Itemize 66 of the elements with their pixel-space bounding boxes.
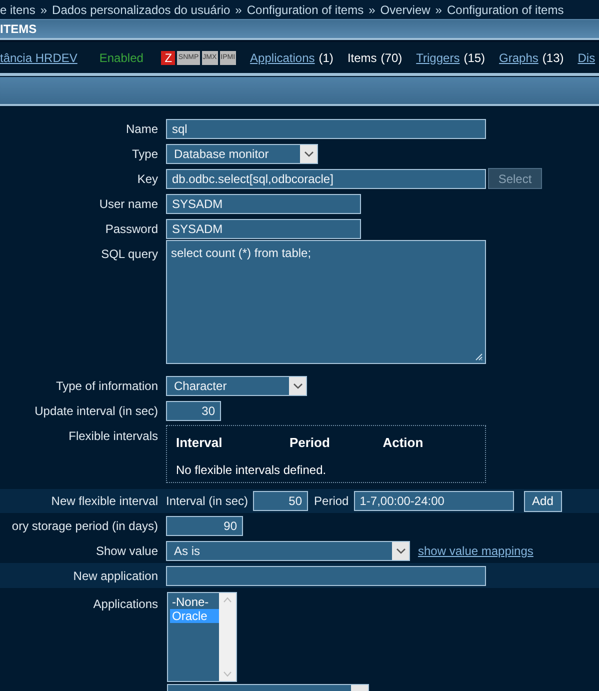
field-label: Type of information <box>56 378 158 394</box>
password-field[interactable]: SYSADM <box>166 218 361 238</box>
new-application-field[interactable] <box>166 566 486 586</box>
breadcrumb-separator: » <box>368 2 376 18</box>
key-field[interactable]: db.odbc.select[sql,odbcoracle] <box>166 168 486 188</box>
field-label: Show value <box>96 542 158 560</box>
type-of-information-select[interactable]: Character <box>166 376 307 396</box>
breadcrumb-link[interactable]: e itens <box>0 0 36 18</box>
listbox-option[interactable]: -None- <box>170 595 219 609</box>
host-link[interactable]: tância HRDEV <box>0 48 78 66</box>
field-label: Name <box>126 120 158 138</box>
field-label: New flexible interval <box>51 493 158 510</box>
update-interval-field[interactable]: 30 <box>166 400 221 420</box>
sql-query-field[interactable]: select count (*) from table; <box>166 240 486 364</box>
interval-label: Interval (in sec) <box>166 493 248 510</box>
history-field[interactable]: 90 <box>166 516 243 536</box>
field-label: Flexible intervals <box>68 428 158 445</box>
field-label: ory storage period (in days) <box>12 518 158 534</box>
show-value-select[interactable]: As is <box>166 540 410 560</box>
tab-count: (13) <box>542 50 564 66</box>
field-label: Applications <box>93 596 158 613</box>
field-label: SQL query <box>101 246 158 263</box>
period-field[interactable]: 1-7,00:00-24:00 <box>354 491 514 511</box>
chevron-down-icon <box>292 382 302 388</box>
empty-message: No flexible intervals defined. <box>176 462 328 478</box>
tab-count: (1) <box>318 50 334 66</box>
interface-badge: Z <box>161 50 176 64</box>
breadcrumb-link[interactable]: Configuration of items <box>446 0 564 18</box>
tab-count: (70) <box>380 50 402 66</box>
breadcrumb-separator: » <box>434 2 443 18</box>
field-label: User name <box>99 196 158 212</box>
page-title: ITEMS <box>0 21 37 38</box>
scrollbar[interactable] <box>219 593 236 681</box>
name-field[interactable]: sql <box>166 118 486 138</box>
breadcrumb-link[interactable]: Dados personalizados do usuário <box>52 0 230 18</box>
value-mappings-link[interactable]: show value mappings <box>418 542 534 560</box>
type-select[interactable]: Database monitor <box>166 144 318 164</box>
chevron-up-icon <box>223 597 232 603</box>
applications-listbox[interactable]: -None- Oracle <box>167 592 237 682</box>
add-button[interactable]: Add <box>524 490 562 512</box>
host-status: Enabled <box>99 50 144 66</box>
field-label: Type <box>132 146 158 162</box>
tab-link[interactable]: Dis <box>578 48 596 66</box>
breadcrumb-separator: » <box>39 2 48 18</box>
column-header: Period <box>289 434 331 452</box>
tab[interactable]: Items <box>347 48 377 66</box>
column-header: Interval <box>176 434 224 452</box>
tab-link[interactable]: Applications <box>250 48 315 66</box>
chevron-down-icon <box>223 671 232 677</box>
field-label: Key <box>137 170 158 188</box>
breadcrumb-separator: » <box>234 2 243 18</box>
chevron-down-icon <box>396 548 406 554</box>
field-label: Password <box>105 220 158 238</box>
user-name-field[interactable]: SYSADM <box>166 194 361 214</box>
period-label: Period <box>314 493 349 510</box>
chevron-down-icon <box>304 150 314 156</box>
column-header: Action <box>382 434 424 452</box>
resize-grip-icon <box>475 353 483 361</box>
field-label: Update interval (in sec) <box>34 402 158 420</box>
breadcrumb-link[interactable]: Overview <box>380 0 430 18</box>
tab-link[interactable]: Graphs <box>499 48 538 66</box>
tab-count: (15) <box>464 50 486 66</box>
interval-field[interactable]: 50 <box>253 491 308 511</box>
tab-link[interactable]: Triggers <box>416 48 460 66</box>
breadcrumb-link[interactable]: Configuration of items <box>246 0 364 18</box>
field-label: New application <box>73 568 158 584</box>
